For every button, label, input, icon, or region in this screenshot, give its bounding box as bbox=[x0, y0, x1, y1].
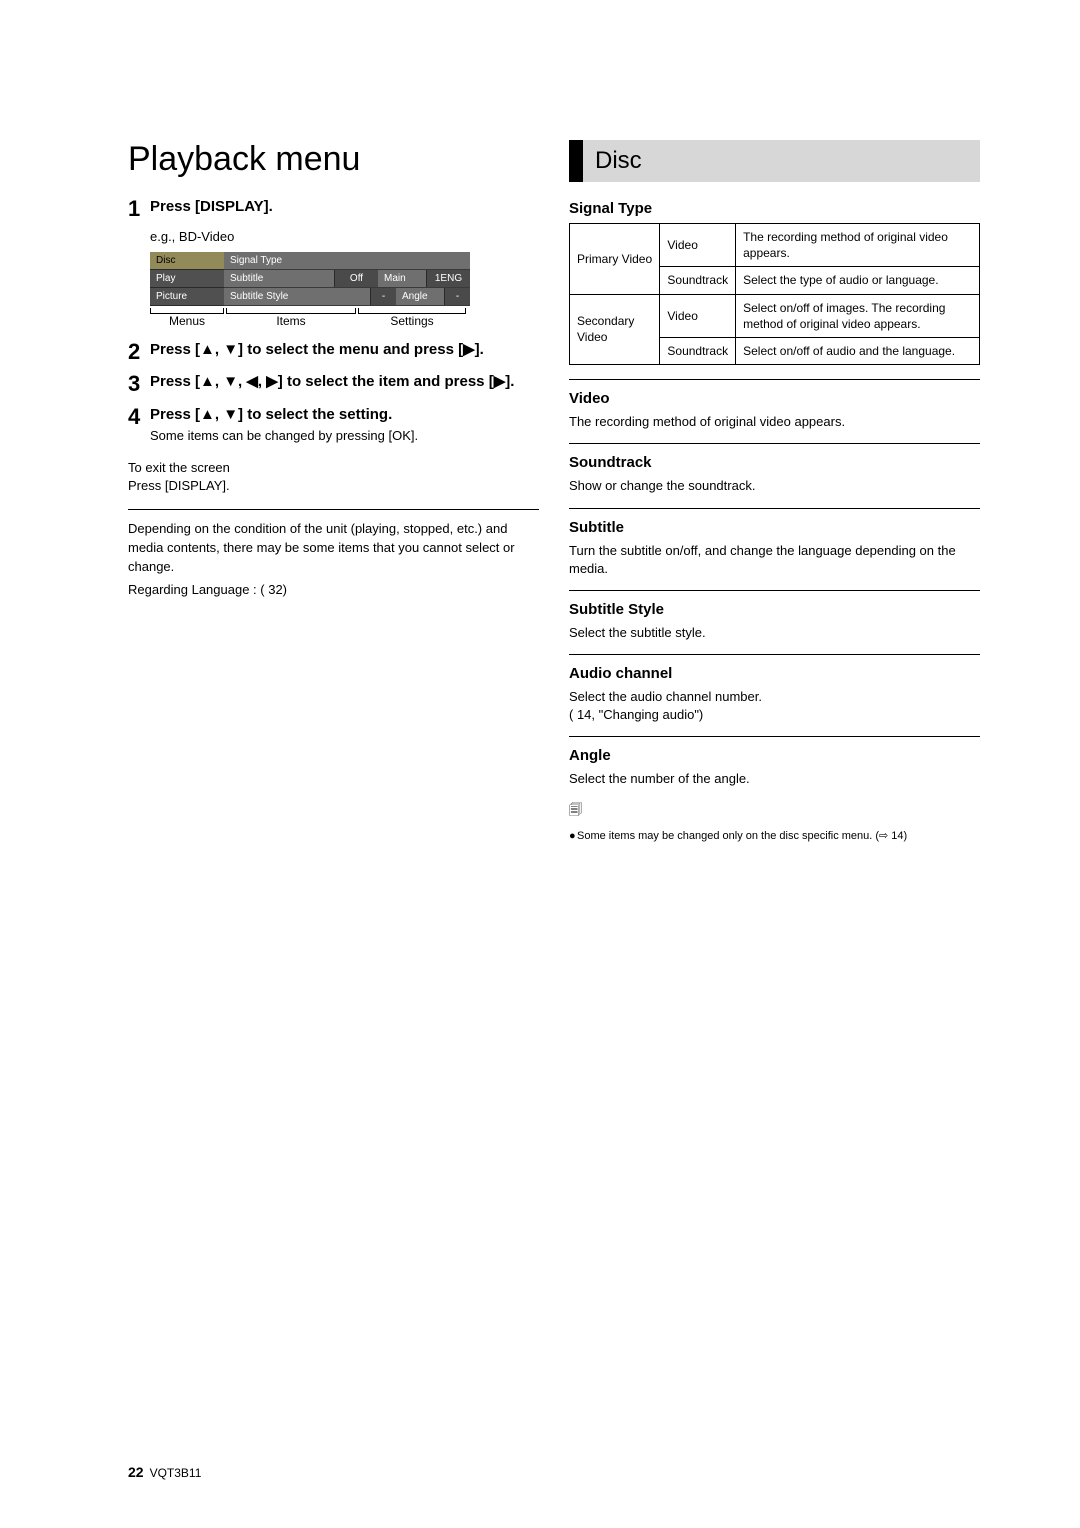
table-cell: Secondary Video bbox=[570, 294, 660, 365]
section-heading-disc: Disc bbox=[569, 140, 980, 182]
def-desc: Select the number of the angle. bbox=[569, 770, 980, 788]
language-note: Regarding Language : ( 32) bbox=[128, 581, 539, 600]
def-desc: Select the audio channel number. ( 14, "… bbox=[569, 688, 980, 724]
table-cell: Select on/off of audio and the language. bbox=[736, 337, 980, 364]
note-icon: 🗐 bbox=[569, 801, 980, 823]
osd-label: Angle bbox=[396, 288, 444, 305]
step-1: 1 Press [DISPLAY]. bbox=[128, 197, 539, 221]
signal-type-table: Primary Video Video The recording method… bbox=[569, 223, 980, 365]
osd-items-column: Signal Type Subtitle Off Main 1ENG Subti… bbox=[224, 252, 470, 306]
divider bbox=[569, 736, 980, 737]
table-cell: Video bbox=[660, 294, 736, 337]
table-cell: Video bbox=[660, 224, 736, 267]
def-desc: Turn the subtitle on/off, and change the… bbox=[569, 542, 980, 578]
step-number: 1 bbox=[128, 197, 150, 221]
divider bbox=[569, 508, 980, 509]
step-text: Press [▲, ▼] to select the menu and pres… bbox=[150, 340, 484, 364]
def-video: Video The recording method of original v… bbox=[569, 390, 980, 431]
table-cell: Primary Video bbox=[570, 224, 660, 295]
osd-menu-column: Disc Play Picture bbox=[150, 252, 224, 306]
divider bbox=[569, 654, 980, 655]
condition-note: Depending on the condition of the unit (… bbox=[128, 520, 539, 577]
step-number: 2 bbox=[128, 340, 150, 364]
osd-label-menus: Menus bbox=[150, 314, 224, 328]
page-number: 22VQT3B11 bbox=[128, 1464, 201, 1480]
def-heading: Audio channel bbox=[569, 665, 980, 682]
osd-label-settings: Settings bbox=[358, 314, 466, 328]
def-audio-channel: Audio channel Select the audio channel n… bbox=[569, 665, 980, 724]
section-title: Disc bbox=[595, 147, 642, 175]
table-cell: The recording method of original video a… bbox=[736, 224, 980, 267]
step-number: 4 bbox=[128, 405, 150, 445]
def-angle: Angle Select the number of the angle. bbox=[569, 747, 980, 788]
osd-menu-play: Play bbox=[150, 270, 224, 288]
example-label: e.g., BD-Video bbox=[150, 229, 539, 244]
osd-value: - bbox=[370, 288, 396, 305]
osd-menu-picture: Picture bbox=[150, 288, 224, 306]
osd-item-signal-type: Signal Type bbox=[224, 252, 470, 269]
step-number: 3 bbox=[128, 372, 150, 396]
table-cell: Soundtrack bbox=[660, 337, 736, 364]
step-text: Press [DISPLAY]. bbox=[150, 197, 273, 221]
def-desc: Show or change the soundtrack. bbox=[569, 477, 980, 495]
table-cell: Select the type of audio or language. bbox=[736, 267, 980, 294]
page-title: Playback menu bbox=[128, 140, 539, 179]
osd-item-subtitle: Subtitle bbox=[224, 270, 334, 287]
osd-label: Main bbox=[378, 270, 426, 287]
osd-value: 1ENG bbox=[426, 270, 470, 287]
step-4: 4 Press [▲, ▼] to select the setting. So… bbox=[128, 405, 539, 445]
def-desc: Select the subtitle style. bbox=[569, 624, 980, 642]
step-text: Press [▲, ▼] to select the setting. Some… bbox=[150, 405, 418, 445]
divider bbox=[569, 590, 980, 591]
step-3: 3 Press [▲, ▼, ◀, ▶] to select the item … bbox=[128, 372, 539, 396]
step-2: 2 Press [▲, ▼] to select the menu and pr… bbox=[128, 340, 539, 364]
accent-bar bbox=[569, 140, 583, 182]
def-soundtrack: Soundtrack Show or change the soundtrack… bbox=[569, 454, 980, 495]
osd-value: - bbox=[444, 288, 470, 305]
table-cell: Select on/off of images. The recording m… bbox=[736, 294, 980, 337]
divider bbox=[128, 509, 539, 510]
exit-note: To exit the screen Press [DISPLAY]. bbox=[128, 459, 539, 495]
osd-screenshot: Disc Play Picture Signal Type Subtitle O… bbox=[150, 252, 470, 330]
subheading-signal-type: Signal Type bbox=[569, 200, 980, 217]
def-heading: Subtitle Style bbox=[569, 601, 980, 618]
step-extra-note: Some items can be changed by pressing [O… bbox=[150, 428, 418, 445]
def-heading: Angle bbox=[569, 747, 980, 764]
def-heading: Video bbox=[569, 390, 980, 407]
def-heading: Subtitle bbox=[569, 519, 980, 536]
osd-label-items: Items bbox=[226, 314, 356, 328]
osd-menu-disc: Disc bbox=[150, 252, 224, 270]
step-text: Press [▲, ▼, ◀, ▶] to select the item an… bbox=[150, 372, 514, 396]
footnote: ●Some items may be changed only on the d… bbox=[569, 829, 980, 844]
def-heading: Soundtrack bbox=[569, 454, 980, 471]
def-desc: The recording method of original video a… bbox=[569, 413, 980, 431]
def-subtitle-style: Subtitle Style Select the subtitle style… bbox=[569, 601, 980, 642]
divider bbox=[569, 379, 980, 380]
osd-value: Off bbox=[334, 270, 378, 287]
divider bbox=[569, 443, 980, 444]
osd-item-subtitle-style: Subtitle Style bbox=[224, 288, 370, 305]
def-subtitle: Subtitle Turn the subtitle on/off, and c… bbox=[569, 519, 980, 578]
table-cell: Soundtrack bbox=[660, 267, 736, 294]
